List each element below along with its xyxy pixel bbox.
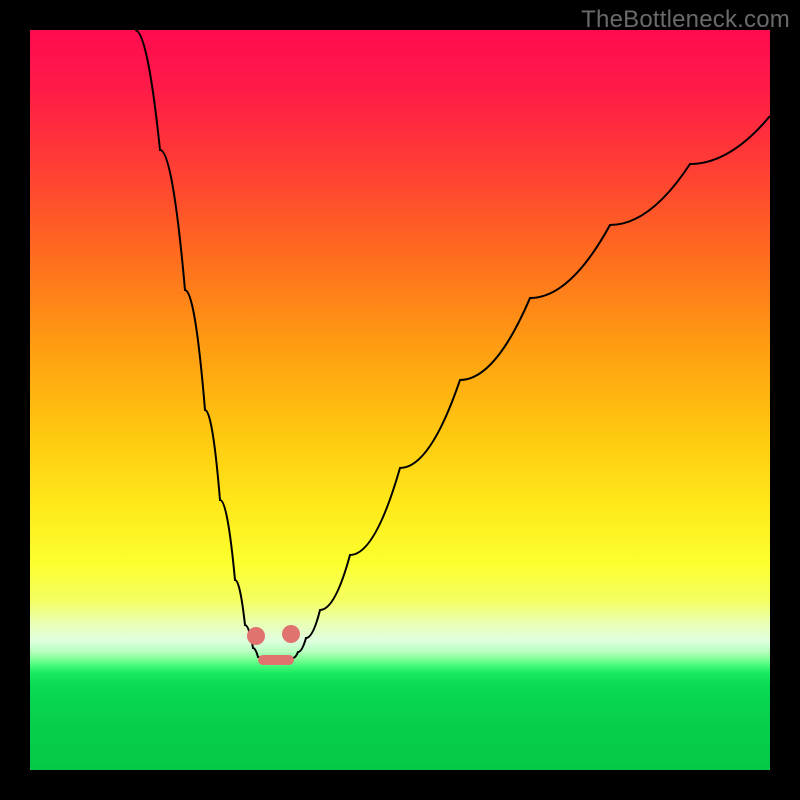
plot-area — [30, 30, 770, 770]
bottleneck-curve — [30, 30, 770, 770]
trough-marker-right — [282, 625, 300, 643]
curve-right-branch — [290, 116, 770, 660]
trough-marker-left — [247, 627, 265, 645]
curve-left-branch — [135, 30, 265, 660]
trough-connector-bar — [258, 655, 294, 665]
watermark: TheBottleneck.com — [581, 6, 790, 34]
